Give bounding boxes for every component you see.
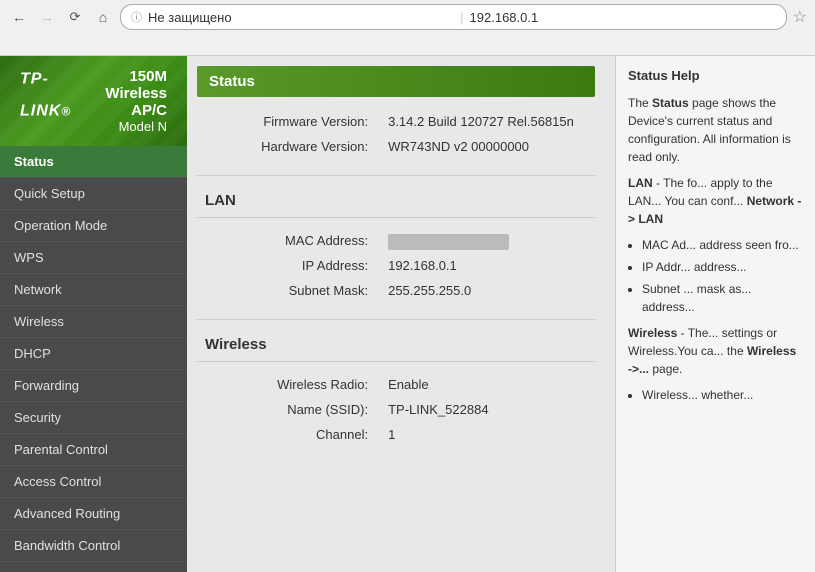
lan-table: MAC Address: ██████████████ IP Address: … — [197, 228, 595, 303]
sidebar-item-forwarding[interactable]: Forwarding — [0, 370, 187, 402]
sidebar-item-operation-mode[interactable]: Operation Mode — [0, 210, 187, 242]
help-lan-list: MAC Ad... address seen fro... IP Addr...… — [642, 236, 803, 316]
table-row: Name (SSID): TP-LINK_522884 — [197, 397, 595, 422]
sidebar-item-bandwidth-control[interactable]: Bandwidth Control — [0, 530, 187, 562]
table-row: Subnet Mask: 255.255.255.0 — [197, 278, 595, 303]
wireless-section-title: Wireless — [197, 328, 595, 362]
ip-label: IP Address: — [197, 253, 376, 278]
sidebar-item-status[interactable]: Status — [0, 146, 187, 178]
bookmark-button[interactable]: ☆ — [793, 7, 807, 27]
sidebar-item-network[interactable]: Network — [0, 274, 187, 306]
browser-chrome: ← → ⟳ ⌂ ⓘ Не защищено | 192.168.0.1 ☆ — [0, 0, 815, 56]
table-row: Hardware Version: WR743ND v2 00000000 — [197, 134, 595, 159]
firmware-value: 3.14.2 Build 120727 Rel.56815n — [376, 109, 595, 134]
sidebar-item-advanced-routing[interactable]: Advanced Routing — [0, 498, 187, 530]
ssid-value: TP-LINK_522884 — [376, 397, 595, 422]
tplink-header: TP-LINK® 150M Wireless AP/C Model N — [0, 56, 187, 146]
tplink-model: 150M Wireless AP/C Model N — [73, 68, 167, 134]
lock-icon: ⓘ — [131, 9, 142, 25]
sidebar-item-security[interactable]: Security — [0, 402, 187, 434]
page-container: TP-LINK® 150M Wireless AP/C Model N Stat… — [0, 56, 815, 572]
channel-label: Channel: — [197, 422, 376, 447]
ssid-label: Name (SSID): — [197, 397, 376, 422]
list-item: IP Addr... address... — [642, 258, 803, 276]
sidebar-item-wps[interactable]: WPS — [0, 242, 187, 274]
table-row: IP Address: 192.168.0.1 — [197, 253, 595, 278]
page-title: Status — [197, 66, 595, 97]
table-row: Firmware Version: 3.14.2 Build 120727 Re… — [197, 109, 595, 134]
mac-label: MAC Address: — [197, 228, 376, 253]
sidebar-item-ip-mac-binding[interactable]: IP & MAC Binding — [0, 562, 187, 572]
hardware-label: Hardware Version: — [197, 134, 376, 159]
channel-value: 1 — [376, 422, 595, 447]
sidebar-item-quick-setup[interactable]: Quick Setup — [0, 178, 187, 210]
list-item: Wireless... whether... — [642, 386, 803, 404]
help-lan-heading: LAN - The fo... apply to the LAN... You … — [628, 174, 803, 228]
reload-button[interactable]: ⟳ — [64, 6, 86, 28]
url-text: 192.168.0.1 — [470, 10, 776, 25]
help-title: Status Help — [628, 66, 803, 86]
security-label: Не защищено — [148, 10, 454, 25]
ip-value: 192.168.0.1 — [376, 253, 595, 278]
browser-toolbar: ← → ⟳ ⌂ ⓘ Не защищено | 192.168.0.1 ☆ — [0, 0, 815, 34]
mac-value: ██████████████ — [376, 228, 595, 253]
tplink-logo: TP-LINK® — [20, 69, 73, 133]
wireless-radio-value: Enable — [376, 372, 595, 397]
help-p1: The Status page shows the Device's curre… — [628, 94, 803, 166]
sidebar-item-wireless[interactable]: Wireless — [0, 306, 187, 338]
subnet-label: Subnet Mask: — [197, 278, 376, 303]
separator — [197, 319, 595, 320]
list-item: MAC Ad... address seen fro... — [642, 236, 803, 254]
help-panel: Status Help The Status page shows the De… — [615, 56, 815, 572]
help-wireless-list: Wireless... whether... — [642, 386, 803, 404]
address-bar[interactable]: ⓘ Не защищено | 192.168.0.1 — [120, 4, 787, 30]
table-row: MAC Address: ██████████████ — [197, 228, 595, 253]
lan-section-title: LAN — [197, 184, 595, 218]
sidebar-item-dhcp[interactable]: DHCP — [0, 338, 187, 370]
table-row: Channel: 1 — [197, 422, 595, 447]
content-area: Status Firmware Version: 3.14.2 Build 12… — [187, 56, 615, 572]
main-content: Status Firmware Version: 3.14.2 Build 12… — [187, 56, 615, 572]
firmware-label: Firmware Version: — [197, 109, 376, 134]
firmware-table: Firmware Version: 3.14.2 Build 120727 Re… — [197, 109, 595, 159]
hardware-value: WR743ND v2 00000000 — [376, 134, 595, 159]
sidebar-item-access-control[interactable]: Access Control — [0, 466, 187, 498]
subnet-value: 255.255.255.0 — [376, 278, 595, 303]
wireless-table: Wireless Radio: Enable Name (SSID): TP-L… — [197, 372, 595, 447]
sidebar: TP-LINK® 150M Wireless AP/C Model N Stat… — [0, 56, 187, 572]
sidebar-item-parental-control[interactable]: Parental Control — [0, 434, 187, 466]
home-button[interactable]: ⌂ — [92, 6, 114, 28]
separator — [197, 175, 595, 176]
back-button[interactable]: ← — [8, 6, 30, 28]
list-item: Subnet ... mask as... address... — [642, 280, 803, 316]
table-row: Wireless Radio: Enable — [197, 372, 595, 397]
wireless-radio-label: Wireless Radio: — [197, 372, 376, 397]
help-wireless-heading: Wireless - The... settings or Wireless.Y… — [628, 324, 803, 378]
forward-button[interactable]: → — [36, 6, 58, 28]
